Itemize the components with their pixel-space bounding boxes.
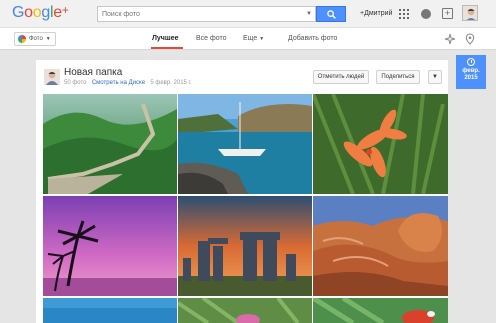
photos-menu-label: Фото bbox=[29, 36, 43, 42]
sandstone-image bbox=[313, 196, 448, 296]
tab-highlights[interactable]: Лучшее bbox=[152, 35, 179, 42]
great-wall-image bbox=[43, 94, 177, 194]
google-plus-logo[interactable]: Google+ bbox=[12, 3, 69, 22]
share-button[interactable]: Поделиться bbox=[376, 70, 420, 84]
search-icon bbox=[327, 10, 336, 19]
lilies-image bbox=[313, 94, 448, 194]
stonehenge-image bbox=[178, 196, 312, 296]
photo-great-wall[interactable] bbox=[43, 94, 177, 194]
notifications-icon[interactable] bbox=[421, 9, 431, 19]
chevron-down-icon: ▼ bbox=[45, 36, 51, 42]
photo-ocean-partial[interactable] bbox=[43, 298, 177, 323]
album-title: Новая папка bbox=[64, 67, 123, 78]
photo-count: 50 фото bbox=[64, 80, 87, 86]
chevron-down-icon: ▼ bbox=[432, 74, 438, 80]
logo-letter: g bbox=[41, 4, 50, 21]
user-profile-link[interactable]: +Дмитрий bbox=[360, 10, 392, 17]
logo-letter: G bbox=[12, 4, 25, 21]
tag-people-button[interactable]: Отметить людей bbox=[313, 70, 369, 84]
photo-sandstone-rocks[interactable] bbox=[313, 196, 448, 296]
photo-palm-sunset[interactable] bbox=[43, 196, 177, 296]
photos-pinwheel-icon bbox=[18, 35, 26, 43]
date-badge-year: 2015 bbox=[464, 75, 478, 81]
date-badge-month: февр. bbox=[462, 68, 480, 74]
date-badge[interactable]: февр. 2015 bbox=[456, 55, 486, 89]
sailboat-image bbox=[178, 94, 312, 194]
search-box: ▼ bbox=[97, 6, 316, 22]
search-button[interactable] bbox=[316, 6, 346, 22]
avatar-face-icon bbox=[44, 69, 60, 85]
pink-flower-image bbox=[178, 298, 312, 323]
avatar[interactable] bbox=[462, 5, 478, 21]
album-date: 5 февр. 2015 г. bbox=[150, 80, 192, 86]
album-meta: 50 фото · Смотреть на Диске · 5 февр. 20… bbox=[64, 80, 192, 86]
search-input[interactable] bbox=[98, 7, 298, 21]
auto-awesome-icon[interactable] bbox=[444, 33, 456, 45]
photos-menu-dropdown[interactable]: Фото ▼ bbox=[14, 32, 56, 46]
active-tab-indicator bbox=[151, 47, 183, 49]
photo-pink-flower-partial[interactable] bbox=[178, 298, 312, 323]
pin-icon bbox=[465, 33, 475, 45]
photo-stonehenge[interactable] bbox=[178, 196, 312, 296]
top-bar: Google+ ▼ +Дмитрий + bbox=[0, 0, 496, 28]
view-on-drive-link[interactable]: Смотреть на Диске bbox=[92, 80, 145, 86]
share-box-icon[interactable]: + bbox=[442, 8, 453, 19]
photos-nav: Фото ▼ Лучшее Все фото Еще ▼ Добавить фо… bbox=[0, 28, 496, 50]
photo-parrot-partial[interactable] bbox=[313, 298, 448, 323]
sparkle-icon bbox=[444, 33, 456, 45]
palm-sunset-image bbox=[43, 196, 177, 296]
tab-all-photos[interactable]: Все фото bbox=[196, 35, 227, 42]
ocean-image bbox=[43, 298, 177, 323]
avatar[interactable] bbox=[44, 69, 60, 85]
avatar-face-icon bbox=[463, 6, 477, 20]
chevron-down-icon: ▼ bbox=[259, 36, 265, 42]
tab-add-photos[interactable]: Добавить фото bbox=[288, 35, 337, 42]
chevron-down-icon[interactable]: ▼ bbox=[306, 11, 312, 17]
logo-plus: + bbox=[61, 3, 69, 17]
parrot-image bbox=[313, 298, 448, 323]
tab-more[interactable]: Еще ▼ bbox=[243, 35, 264, 42]
logo-letter: e bbox=[53, 4, 62, 21]
tab-more-label: Еще bbox=[243, 35, 258, 42]
photo-sailboat-bay[interactable] bbox=[178, 94, 312, 194]
clock-icon bbox=[467, 58, 475, 66]
photo-orange-lilies[interactable] bbox=[313, 94, 448, 194]
apps-grid-icon[interactable] bbox=[399, 9, 409, 19]
logo-letter: o bbox=[24, 4, 33, 21]
location-icon[interactable] bbox=[464, 33, 476, 45]
more-options-button[interactable]: ▼ bbox=[428, 70, 442, 84]
